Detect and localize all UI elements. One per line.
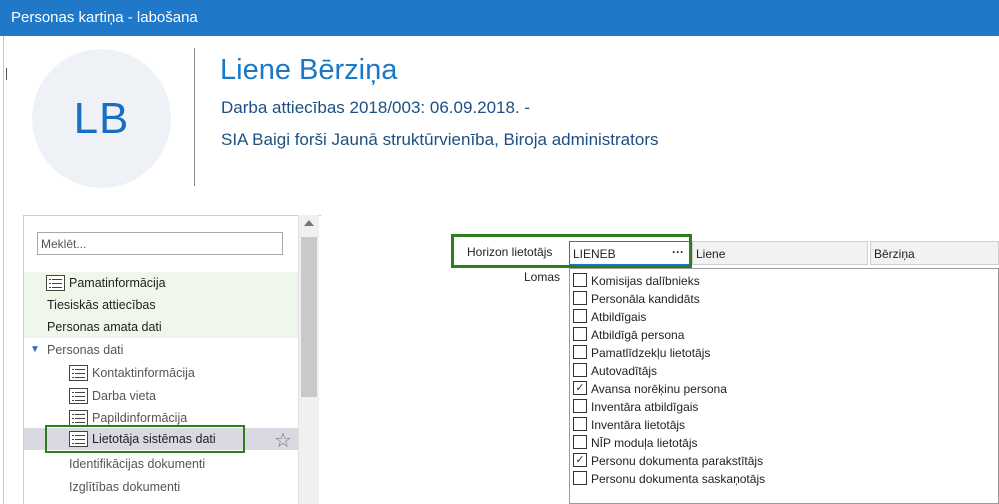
- selected-item-highlight: [45, 425, 245, 453]
- checkbox[interactable]: [573, 309, 587, 323]
- window-title: Personas kartiņa - labošana: [11, 9, 198, 26]
- scroll-thumb[interactable]: [301, 237, 317, 397]
- search-input[interactable]: Meklēt...: [37, 232, 283, 255]
- role-label: Avansa norēķinu persona: [591, 382, 727, 396]
- role-label: Personu dokumenta saskaņotājs: [591, 472, 766, 486]
- splitter-handle[interactable]: [6, 68, 7, 80]
- lookup-button[interactable]: ···: [667, 241, 689, 265]
- nav-item-tiesiskas-attiecibas[interactable]: Tiesiskās attiecības: [24, 294, 298, 316]
- role-label: Komisijas dalībnieks: [591, 274, 700, 288]
- window-border: [3, 36, 4, 504]
- checkbox[interactable]: ✓: [573, 453, 587, 467]
- nav-item-label: Kontaktinformācija: [92, 366, 195, 380]
- organization-info: SIA Baigi forši Jaunā struktūrvienība, B…: [221, 130, 659, 149]
- checkbox[interactable]: ✓: [573, 381, 587, 395]
- nav-item-personas-dati[interactable]: ▼ Personas dati: [24, 339, 298, 361]
- nav-item-personas-amata-dati[interactable]: Personas amata dati: [24, 316, 298, 338]
- checkbox[interactable]: [573, 345, 587, 359]
- checkbox[interactable]: [573, 435, 587, 449]
- nav-item-pamatinformacija[interactable]: Pamatinformācija: [24, 272, 298, 294]
- document-list-icon: [69, 388, 88, 404]
- nav-item-label: Pamatinformācija: [69, 276, 166, 290]
- nav-item-kontaktinformacija[interactable]: Kontaktinformācija: [24, 362, 298, 384]
- role-label: Inventāra lietotājs: [591, 418, 686, 432]
- nav-item-izglitibas-dokumenti[interactable]: Izglītības dokumenti: [24, 476, 298, 498]
- title-bar: Personas kartiņa - labošana: [0, 0, 999, 36]
- nav-item-label: Tiesiskās attiecības: [47, 298, 156, 312]
- avatar-initials: LB: [73, 93, 130, 143]
- nav-item-identifikacijas-dokumenti[interactable]: Identifikācijas dokumenti: [24, 453, 298, 475]
- employment-info: Darba attiecības 2018/003: 06.09.2018. -: [221, 98, 531, 117]
- avatar: LB: [32, 49, 171, 188]
- nav-item-label: Personas amata dati: [47, 320, 162, 334]
- person-name: Liene Bērziņa: [220, 54, 398, 86]
- nav-item-label: Papildinformācija: [92, 411, 188, 425]
- document-list-icon: [69, 365, 88, 381]
- star-icon[interactable]: ☆: [274, 428, 292, 453]
- roles-label: Lomas: [524, 270, 561, 284]
- nav-item-label: Darba vieta: [92, 389, 156, 403]
- checkbox[interactable]: [573, 471, 587, 485]
- nav-scrollbar[interactable]: [298, 215, 319, 504]
- checkbox[interactable]: [573, 327, 587, 341]
- last-name-field: Bērziņa: [870, 241, 999, 265]
- role-label: Inventāra atbildīgais: [591, 400, 699, 414]
- nav-item-label: Personas dati: [47, 343, 124, 357]
- role-label: NĪP moduļa lietotājs: [591, 436, 698, 450]
- document-list-icon: [46, 275, 65, 291]
- horizon-user-label: Horizon lietotājs: [467, 245, 553, 259]
- document-list-icon: [69, 410, 88, 426]
- checkbox[interactable]: [573, 363, 587, 377]
- role-label: Pamatlīdzekļu lietotājs: [591, 346, 711, 360]
- header-divider: [194, 48, 195, 186]
- scroll-up-icon[interactable]: [304, 220, 314, 226]
- first-name-field: Liene: [692, 241, 868, 265]
- role-label: Atbildīgā persona: [591, 328, 685, 342]
- nav-item-label: Identifikācijas dokumenti: [69, 457, 206, 471]
- checkbox[interactable]: [573, 399, 587, 413]
- nav-item-label: Izglītības dokumenti: [69, 480, 181, 494]
- role-label: Atbildīgais: [591, 310, 647, 324]
- checkbox[interactable]: [573, 417, 587, 431]
- role-label: Personu dokumenta parakstītājs: [591, 454, 764, 468]
- checkbox[interactable]: [573, 273, 587, 287]
- role-label: Autovadītājs: [591, 364, 658, 378]
- nav-item-darba-vieta[interactable]: Darba vieta: [24, 385, 298, 407]
- chevron-down-icon[interactable]: ▼: [30, 344, 40, 355]
- checkbox[interactable]: [573, 291, 587, 305]
- role-label: Personāla kandidāts: [591, 292, 700, 306]
